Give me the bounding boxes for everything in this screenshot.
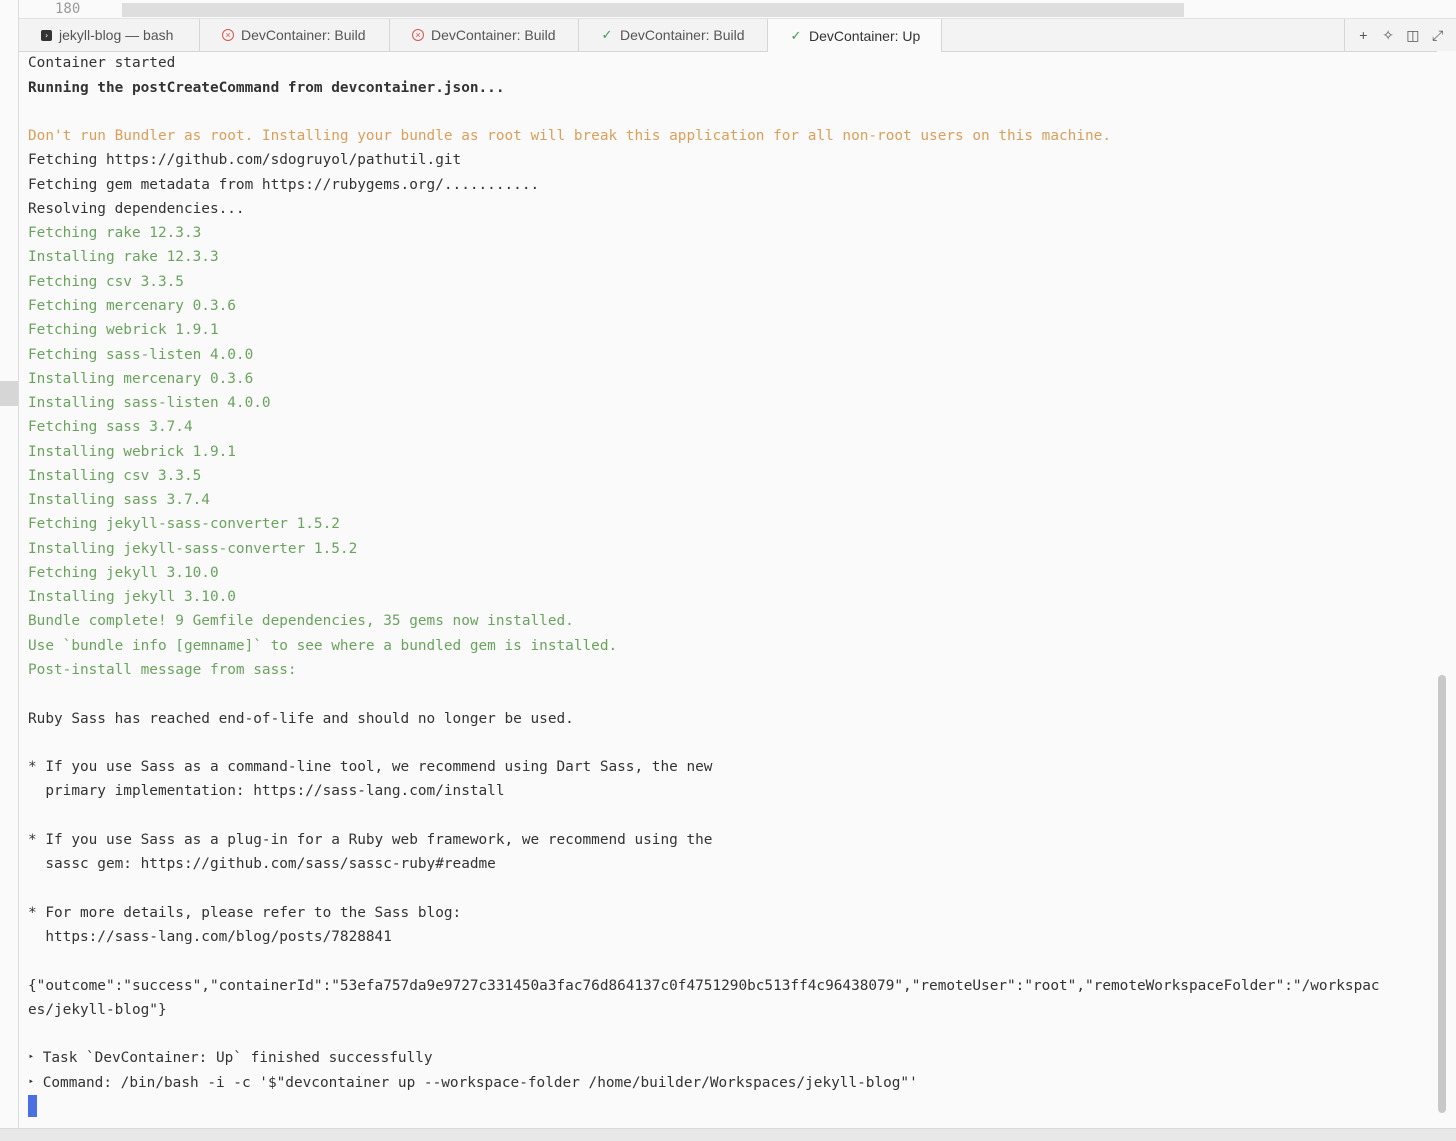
terminal-line: * If you use Sass as a command-line tool… bbox=[28, 759, 713, 775]
terminal-line: * For more details, please refer to the … bbox=[28, 905, 462, 921]
terminal-vertical-scrollbar[interactable] bbox=[1437, 51, 1456, 1125]
terminal-tab-bar: › jekyll-blog — bash × DevContainer: Bui… bbox=[19, 18, 1456, 52]
terminal-line: Post-install message from sass: bbox=[28, 662, 297, 678]
error-circle-icon: × bbox=[412, 29, 424, 41]
checkmark-icon: ✓ bbox=[790, 27, 802, 43]
terminal-line: Use `bundle info [gemname]` to see where… bbox=[28, 638, 618, 654]
terminal-line: Fetching jekyll 3.10.0 bbox=[28, 565, 219, 581]
terminal-line: es/jekyll-blog"} bbox=[28, 1002, 167, 1018]
left-gutter bbox=[0, 0, 19, 1128]
terminal-line-text: Task `DevContainer: Up` finished success… bbox=[42, 1050, 433, 1066]
terminal-line: Fetching sass-listen 4.0.0 bbox=[28, 347, 254, 363]
terminal-line: Fetching csv 3.3.5 bbox=[28, 274, 184, 290]
disclosure-triangle-icon: ‣ bbox=[28, 1077, 35, 1088]
tab-label: jekyll-blog — bash bbox=[59, 27, 174, 43]
split-pane-icon[interactable]: ◫ bbox=[1404, 28, 1422, 42]
bundler-root-warning: Don't run Bundler as root. Installing yo… bbox=[28, 128, 1111, 144]
terminal-line: Fetching gem metadata from https://rubyg… bbox=[28, 177, 540, 193]
tab-label: DevContainer: Build bbox=[241, 27, 366, 43]
terminal-line: Bundle complete! 9 Gemfile dependencies,… bbox=[28, 613, 574, 629]
terminal-line: Installing webrick 1.9.1 bbox=[28, 444, 236, 460]
terminal-line: sassc gem: https://github.com/sass/sassc… bbox=[28, 856, 496, 872]
tab-devcontainer-up[interactable]: ✓ DevContainer: Up bbox=[768, 19, 942, 52]
command-line[interactable]: ‣ Command: /bin/bash -i -c '$"devcontain… bbox=[28, 1071, 918, 1095]
tab-devcontainer-build-3[interactable]: ✓ DevContainer: Build bbox=[579, 19, 768, 51]
terminal-line: Fetching https://github.com/sdogruyol/pa… bbox=[28, 152, 462, 168]
terminal-line: https://sass-lang.com/blog/posts/7828841 bbox=[28, 929, 392, 945]
terminal-line: Installing sass-listen 4.0.0 bbox=[28, 395, 271, 411]
terminal-output[interactable]: Container started Running the postCreate… bbox=[19, 51, 1437, 1125]
terminal-line: primary implementation: https://sass-lan… bbox=[28, 783, 505, 799]
terminal-line: Resolving dependencies... bbox=[28, 201, 245, 217]
tab-devcontainer-build-2[interactable]: × DevContainer: Build bbox=[390, 19, 579, 51]
disclosure-triangle-icon: ‣ bbox=[28, 1052, 35, 1063]
scrollbar-thumb[interactable] bbox=[1438, 675, 1446, 1113]
terminal-line: Fetching mercenary 0.3.6 bbox=[28, 298, 236, 314]
tab-label: DevContainer: Up bbox=[809, 27, 921, 44]
terminal-line: * If you use Sass as a plug-in for a Rub… bbox=[28, 832, 713, 848]
error-circle-icon: × bbox=[222, 29, 234, 41]
terminal-line: Installing sass 3.7.4 bbox=[28, 492, 210, 508]
terminal-line: Fetching jekyll-sass-converter 1.5.2 bbox=[28, 516, 340, 532]
terminal-line: {"outcome":"success","containerId":"53ef… bbox=[28, 978, 1380, 994]
terminal-line: Installing mercenary 0.3.6 bbox=[28, 371, 254, 387]
terminal-line: Installing csv 3.3.5 bbox=[28, 468, 202, 484]
plus-icon[interactable]: + bbox=[1354, 28, 1372, 42]
checkmark-icon: ✓ bbox=[601, 27, 613, 42]
sparkle-icon[interactable]: ✧ bbox=[1379, 28, 1397, 42]
tab-toolbar: + ✧ ◫ ⤢ bbox=[1344, 19, 1456, 51]
maximize-icon[interactable]: ⤢ bbox=[1429, 28, 1447, 42]
terminal-line: Installing jekyll 3.10.0 bbox=[28, 589, 236, 605]
terminal-icon: › bbox=[41, 29, 52, 41]
terminal-line: Container started bbox=[28, 55, 176, 71]
terminal-line: Installing rake 12.3.3 bbox=[28, 249, 219, 265]
editor-line-number: 180 bbox=[55, 1, 81, 17]
terminal-line: Fetching webrick 1.9.1 bbox=[28, 322, 219, 338]
tab-jekyll-blog-bash[interactable]: › jekyll-blog — bash bbox=[19, 19, 200, 51]
terminal-line: Running the postCreateCommand from devco… bbox=[28, 80, 505, 96]
terminal-line: Fetching rake 12.3.3 bbox=[28, 225, 202, 241]
terminal-line-text: Command: /bin/bash -i -c '$"devcontainer… bbox=[42, 1075, 918, 1091]
gutter-marker bbox=[0, 381, 18, 406]
task-finished-line[interactable]: ‣ Task `DevContainer: Up` finished succe… bbox=[28, 1046, 433, 1070]
status-bar bbox=[0, 1128, 1456, 1141]
terminal-cursor bbox=[28, 1095, 37, 1117]
editor-peek: 180 bbox=[19, 0, 1456, 18]
tab-label: DevContainer: Build bbox=[620, 27, 745, 43]
terminal-line: Ruby Sass has reached end-of-life and sh… bbox=[28, 711, 574, 727]
tab-devcontainer-build-1[interactable]: × DevContainer: Build bbox=[200, 19, 390, 51]
tab-label: DevContainer: Build bbox=[431, 27, 556, 43]
terminal-line: Installing jekyll-sass-converter 1.5.2 bbox=[28, 541, 358, 557]
editor-horizontal-scrollbar[interactable] bbox=[122, 3, 1184, 17]
terminal-line: Fetching sass 3.7.4 bbox=[28, 419, 193, 435]
